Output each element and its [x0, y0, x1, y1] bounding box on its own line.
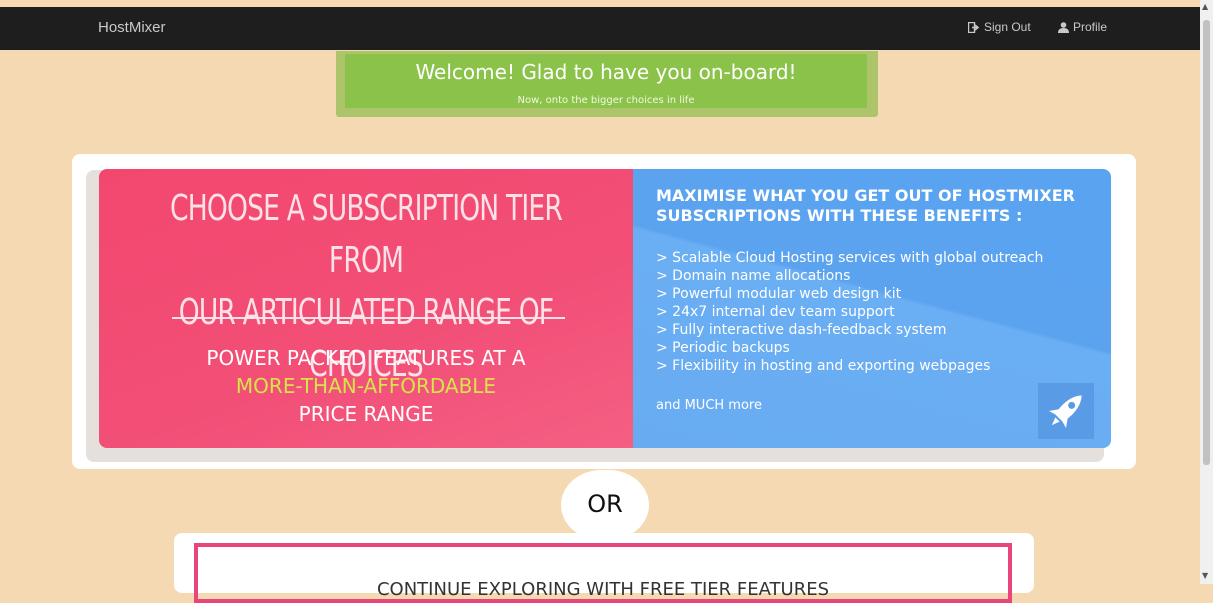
vertical-scrollbar[interactable]: ▲ ▼ — [1200, 0, 1213, 584]
welcome-banner-inner: Welcome! Glad to have you on-board! Now,… — [345, 54, 867, 108]
divider-line — [172, 317, 565, 319]
benefit-item: > Domain name allocations — [656, 268, 851, 284]
feature-tagline: POWER PACKED FEATURES AT A MORE-THAN-AFF… — [99, 344, 633, 428]
profile-link[interactable]: Profile — [1058, 20, 1107, 34]
welcome-subtitle: Now, onto the bigger choices in life — [517, 95, 695, 106]
scroll-down-icon[interactable]: ▼ — [1202, 572, 1208, 580]
benefits-more: and MUCH more — [656, 398, 762, 413]
sign-out-icon — [968, 21, 980, 33]
feature-line3: PRICE RANGE — [298, 402, 434, 426]
benefit-item: > Flexibility in hosting and exporting w… — [656, 358, 991, 374]
brand-logo[interactable]: HostMixer — [98, 19, 166, 36]
free-tier-label: CONTINUE EXPLORING WITH FREE TIER FEATUR… — [376, 579, 829, 600]
scrollbar-thumb[interactable] — [1203, 20, 1210, 465]
profile-label: Profile — [1073, 20, 1108, 34]
rocket-icon — [1038, 383, 1094, 439]
or-label: OR — [587, 490, 623, 518]
feature-line1: POWER PACKED FEATURES AT A — [206, 346, 526, 370]
benefit-item: > Fully interactive dash-feedback system — [656, 322, 947, 338]
benefits-list: > Scalable Cloud Hosting services with g… — [656, 249, 1043, 375]
welcome-title: Welcome! Glad to have you on-board! — [415, 60, 797, 84]
welcome-banner: Welcome! Glad to have you on-board! Now,… — [336, 51, 878, 117]
benefit-item: > 24x7 internal dev team support — [656, 304, 895, 320]
benefits-panel: MAXIMISE WHAT YOU GET OUT OF HOSTMIXER S… — [633, 169, 1111, 448]
feature-highlight: MORE-THAN-AFFORDABLE — [235, 374, 497, 398]
subscription-tier-panel[interactable]: CHOOSE A SUBSCRIPTION TIER FROM OUR ARTI… — [99, 169, 633, 448]
sign-out-label: Sign Out — [984, 20, 1031, 34]
scroll-up-icon[interactable]: ▲ — [1202, 3, 1208, 11]
sign-out-link[interactable]: Sign Out — [968, 20, 1031, 34]
free-tier-button[interactable]: CONTINUE EXPLORING WITH FREE TIER FEATUR… — [194, 543, 1012, 603]
benefit-item: > Powerful modular web design kit — [656, 286, 902, 302]
or-divider: OR — [561, 470, 649, 540]
benefits-heading-line1: MAXIMISE WHAT YOU GET OUT OF HOSTMIXER — [656, 186, 1075, 205]
benefit-item: > Scalable Cloud Hosting services with g… — [656, 250, 1044, 266]
user-icon — [1058, 21, 1069, 33]
benefits-heading: MAXIMISE WHAT YOU GET OUT OF HOSTMIXER S… — [656, 186, 1096, 226]
subscription-title-line1: CHOOSE A SUBSCRIPTION TIER FROM — [170, 188, 563, 281]
top-navbar: HostMixer Sign Out Profile — [0, 7, 1200, 50]
benefits-heading-line2: SUBSCRIPTIONS WITH THESE BENEFITS : — [656, 206, 1023, 225]
benefit-item: > Periodic backups — [656, 340, 790, 356]
free-tier-card: CONTINUE EXPLORING WITH FREE TIER FEATUR… — [174, 533, 1034, 603]
